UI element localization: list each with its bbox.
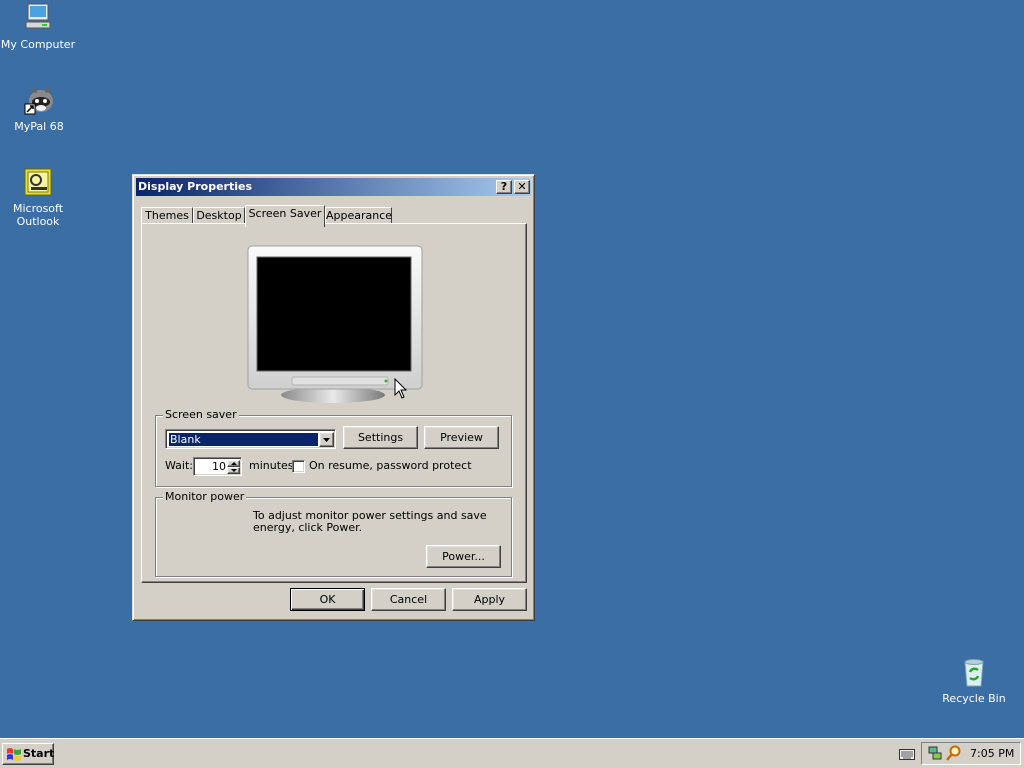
monitor-power-group-title: Monitor power — [163, 490, 247, 504]
search-icon[interactable] — [946, 745, 962, 761]
password-protect-label[interactable]: On resume, password protect — [309, 459, 472, 472]
preview-button[interactable]: Preview — [424, 426, 499, 449]
power-button[interactable]: Power... — [426, 545, 501, 568]
desktop-icon-recycle-bin[interactable]: Recycle Bin — [936, 656, 1012, 705]
help-button[interactable]: ? — [496, 180, 512, 194]
network-icon[interactable] — [927, 745, 943, 761]
password-protect-checkbox[interactable] — [292, 460, 305, 473]
system-tray: 7:05 PM — [921, 742, 1021, 765]
wait-label: Wait: — [165, 459, 193, 472]
wait-minutes-spinner[interactable]: 10 — [193, 457, 242, 476]
my-computer-icon — [22, 2, 54, 34]
apply-button[interactable]: Apply — [452, 588, 527, 611]
screen-saver-group-title: Screen saver — [163, 408, 239, 422]
spin-up-icon — [231, 462, 237, 465]
spin-down-icon — [231, 469, 237, 472]
desktop-icon-label: Microsoft Outlook — [12, 202, 64, 228]
minutes-label: minutes — [249, 459, 294, 472]
desktop-icon-label: My Computer — [0, 38, 76, 51]
taskbar: Start 7:05 PM — [0, 738, 1024, 768]
dropdown-arrow-button[interactable] — [319, 432, 334, 447]
close-button[interactable]: ✕ — [514, 180, 530, 194]
wait-minutes-input[interactable]: 10 — [196, 460, 226, 474]
screen-saver-group: Screen saver Blank Settings Preview Wait… — [155, 408, 512, 487]
desktop-icon-label: Recycle Bin — [942, 692, 1006, 705]
spin-up-button[interactable] — [227, 460, 240, 467]
clock[interactable]: 7:05 PM — [970, 747, 1014, 760]
ok-button[interactable]: OK — [290, 588, 365, 611]
dialog-title: Display Properties — [138, 180, 253, 193]
desktop-icon-my-computer[interactable]: My Computer — [0, 2, 76, 51]
chevron-down-icon — [323, 438, 330, 442]
start-button[interactable]: Start — [2, 743, 54, 765]
monitor-power-group: Monitor power To adjust monitor power se… — [155, 490, 512, 577]
desktop-icon-outlook[interactable]: Microsoft Outlook — [0, 166, 76, 228]
spin-down-button[interactable] — [227, 467, 240, 474]
desktop-icon-label: MyPal 68 — [14, 120, 64, 133]
display-properties-dialog: Display Properties ? ✕ Themes Desktop Sc… — [132, 174, 535, 621]
mouse-cursor-icon — [394, 378, 408, 399]
outlook-icon — [22, 166, 54, 198]
recycle-bin-icon — [958, 656, 990, 688]
settings-button[interactable]: Settings — [343, 426, 418, 449]
keyboard-icon[interactable] — [899, 749, 915, 760]
screen-saver-selected-value: Blank — [169, 433, 318, 446]
screen-saver-panel: Screen saver Blank Settings Preview Wait… — [141, 223, 527, 583]
dialog-titlebar[interactable]: Display Properties ? ✕ — [136, 178, 531, 196]
raccoon-browser-icon — [23, 84, 55, 116]
monitor-power-description: To adjust monitor power settings and sav… — [253, 509, 487, 534]
start-label: Start — [23, 747, 55, 760]
screen-saver-select[interactable]: Blank — [165, 429, 336, 449]
cancel-button[interactable]: Cancel — [371, 588, 446, 611]
tab-screen-saver[interactable]: Screen Saver — [245, 205, 325, 227]
windows-logo-icon — [7, 748, 21, 761]
desktop-icon-mypal[interactable]: MyPal 68 — [1, 84, 77, 133]
